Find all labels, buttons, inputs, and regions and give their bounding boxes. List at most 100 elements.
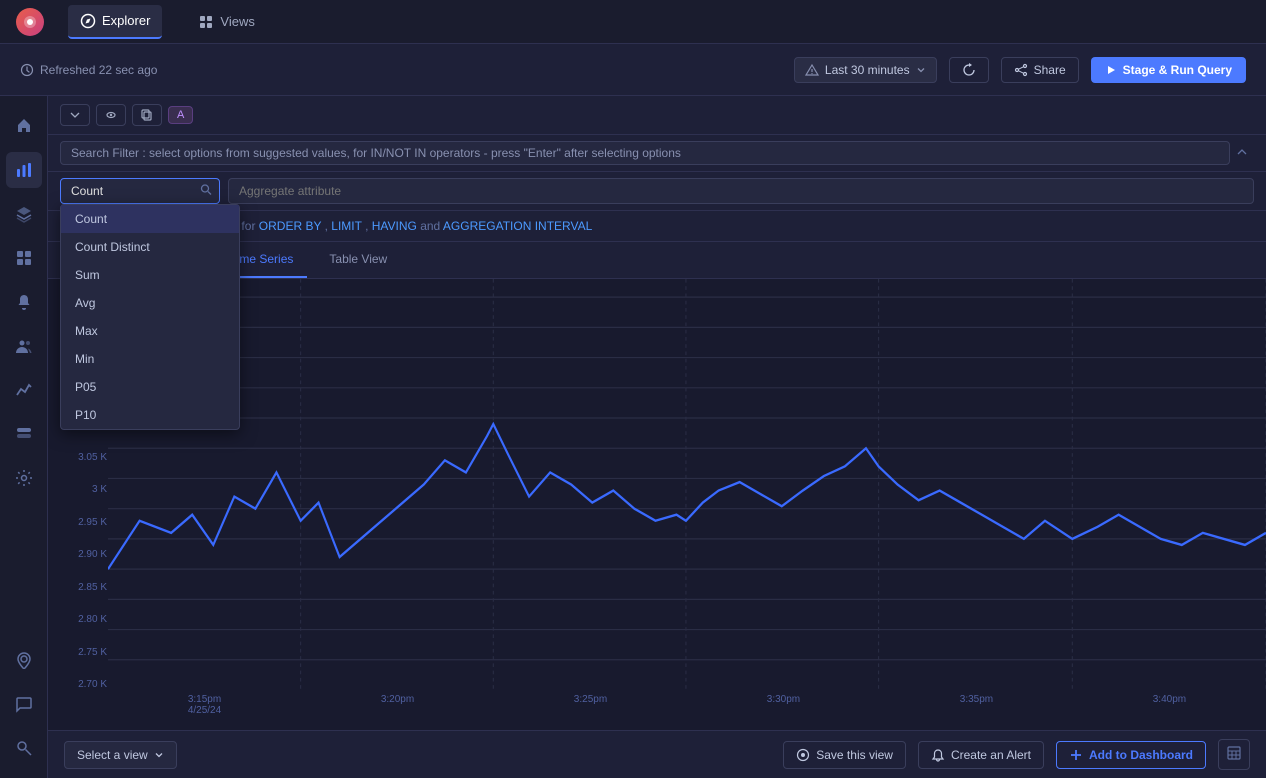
- dropdown-item-p10[interactable]: P10: [61, 401, 239, 429]
- last-period-label: Last 30 minutes: [825, 63, 910, 77]
- order-by-link[interactable]: ORDER BY: [259, 219, 321, 233]
- y-label-5: 3.05 K: [52, 452, 107, 463]
- search-filter-box[interactable]: Search Filter : select options from sugg…: [60, 141, 1230, 165]
- aggregate-row: Count Count Count Distinct: [48, 172, 1266, 210]
- search-icon: [200, 184, 212, 199]
- count-input-wrap: Count Count Count Distinct: [60, 178, 220, 204]
- nav-tab-explorer[interactable]: Explorer: [68, 5, 162, 39]
- eye-button[interactable]: [96, 104, 126, 126]
- dropdown-item-p05[interactable]: P05: [61, 373, 239, 401]
- sidebar-item-storage[interactable]: [6, 416, 42, 452]
- run-query-button[interactable]: Stage & Run Query: [1091, 57, 1246, 83]
- sidebar-item-grid[interactable]: [6, 240, 42, 276]
- having-link[interactable]: HAVING: [372, 219, 417, 233]
- sidebar-item-chat[interactable]: [6, 686, 42, 722]
- sidebar-item-chart[interactable]: [6, 152, 42, 188]
- x-label-4: 3:35pm: [960, 694, 993, 705]
- header-right: Last 30 minutes Share: [794, 57, 1246, 83]
- bottom-bar: Select a view Save this view Create an A: [48, 730, 1266, 778]
- app-logo: [16, 8, 44, 36]
- last-period-button[interactable]: Last 30 minutes: [794, 57, 937, 83]
- storage-icon: [15, 425, 33, 443]
- count-input[interactable]: Count: [60, 178, 220, 204]
- y-label-9: 2.85 K: [52, 582, 107, 593]
- dropdown-item-count[interactable]: Count: [61, 205, 239, 233]
- map-icon: [15, 651, 33, 669]
- aggregate-attr-input[interactable]: [228, 178, 1254, 204]
- collapse-button[interactable]: [60, 104, 90, 126]
- dropdown-item-count-distinct[interactable]: Count Distinct: [61, 233, 239, 261]
- add-dashboard-button[interactable]: Add to Dashboard: [1056, 741, 1206, 769]
- copy-button[interactable]: [132, 104, 162, 126]
- share-icon: [1014, 63, 1028, 77]
- refresh-text: Refreshed 22 sec ago: [40, 63, 157, 77]
- x-label-5: 3:40pm: [1153, 694, 1186, 705]
- aggregation-interval-link[interactable]: AGGREGATION INTERVAL: [443, 219, 592, 233]
- y-label-10: 2.80 K: [52, 614, 107, 625]
- dropdown-item-max[interactable]: Max: [61, 317, 239, 345]
- sidebar-item-layers[interactable]: [6, 196, 42, 232]
- layers-icon: [15, 205, 33, 223]
- top-nav: Explorer Views: [0, 0, 1266, 44]
- create-alert-button[interactable]: Create an Alert: [918, 741, 1044, 769]
- sidebar-icons: [0, 96, 48, 778]
- eye-icon: [105, 109, 117, 121]
- header-bar: Refreshed 22 sec ago Last 30 minutes: [0, 44, 1266, 96]
- content-panel: A Search Filter : select options from su…: [48, 96, 1266, 778]
- chart-icon: [15, 161, 33, 179]
- search-user-icon: [15, 739, 33, 757]
- chat-icon: [15, 695, 33, 713]
- x-label-0: 3:15pm 4/25/24: [188, 694, 221, 716]
- create-alert-label: Create an Alert: [951, 748, 1031, 762]
- table-icon: [1227, 746, 1241, 760]
- sidebar-item-map[interactable]: [6, 642, 42, 678]
- chevron-down-icon: [69, 109, 81, 121]
- nav-tab-views[interactable]: Views: [186, 6, 266, 38]
- refresh-button[interactable]: [949, 57, 989, 83]
- sidebar-item-bell[interactable]: [6, 284, 42, 320]
- dropdown-item-avg[interactable]: Avg: [61, 289, 239, 317]
- analytics-icon: [15, 381, 33, 399]
- aggregate-dropdown: Count Count Distinct Sum Avg Max: [60, 204, 240, 430]
- y-label-11: 2.75 K: [52, 647, 107, 658]
- tab-table-view[interactable]: Table View: [315, 242, 401, 278]
- filter-bar: A: [48, 96, 1266, 135]
- share-button[interactable]: Share: [1001, 57, 1079, 83]
- sidebar-item-settings[interactable]: [6, 460, 42, 496]
- x-label-2: 3:25pm: [574, 694, 607, 705]
- sidebar-item-users[interactable]: [6, 328, 42, 364]
- settings-icon: [15, 469, 33, 487]
- y-label-12: 2.70 K: [52, 679, 107, 690]
- limit-link[interactable]: LIMIT: [331, 219, 361, 233]
- chart-svg-area: [108, 279, 1266, 690]
- sidebar-item-search-user[interactable]: [6, 730, 42, 766]
- refresh-icon: [962, 63, 976, 77]
- dropdown-item-min[interactable]: Min: [61, 345, 239, 373]
- y-label-7: 2.95 K: [52, 517, 107, 528]
- plus-icon: [1069, 748, 1083, 762]
- sidebar-item-analytics[interactable]: [6, 372, 42, 408]
- alert-icon: [805, 63, 819, 77]
- x-axis: 3:15pm 4/25/24 3:20pm 3:25pm 3:30pm 3:35…: [108, 690, 1266, 730]
- save-icon: [796, 748, 810, 762]
- chevron-up-icon: [1236, 146, 1248, 158]
- filter-label-chip: A: [168, 106, 193, 124]
- chevron-down-icon: [916, 65, 926, 75]
- grid-icon: [198, 14, 214, 30]
- save-view-button[interactable]: Save this view: [783, 741, 906, 769]
- filter-close-button[interactable]: [1230, 146, 1254, 161]
- table-icon-button[interactable]: [1218, 739, 1250, 770]
- alert-bell-icon: [931, 748, 945, 762]
- sidebar-item-home[interactable]: [6, 108, 42, 144]
- nav-tab-views-label: Views: [220, 14, 254, 29]
- run-label: Stage & Run Query: [1123, 63, 1232, 77]
- dropdown-item-sum[interactable]: Sum: [61, 261, 239, 289]
- add-dashboard-label: Add to Dashboard: [1089, 748, 1193, 762]
- save-view-label: Save this view: [816, 748, 893, 762]
- select-view-button[interactable]: Select a view: [64, 741, 177, 769]
- filter-actions: A: [60, 104, 193, 126]
- home-icon: [15, 117, 33, 135]
- y-label-6: 3 K: [52, 484, 107, 495]
- nav-tab-explorer-label: Explorer: [102, 13, 150, 28]
- copy-icon: [141, 109, 153, 121]
